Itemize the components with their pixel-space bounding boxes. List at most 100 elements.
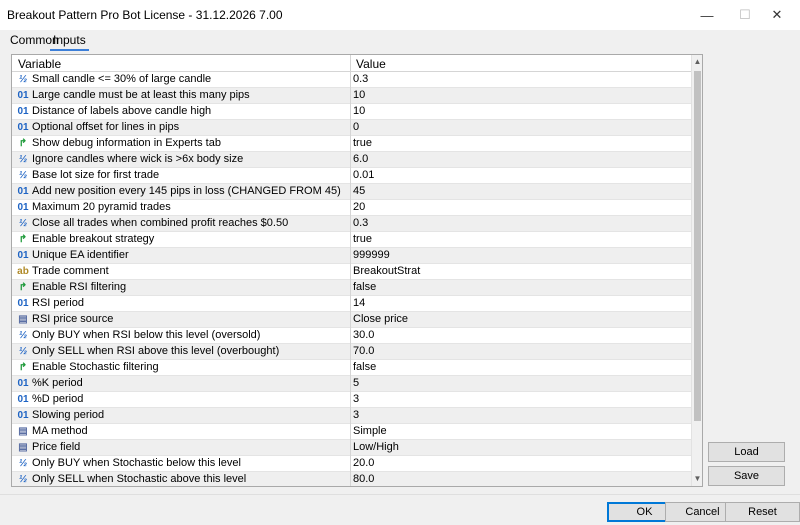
save-button[interactable]: Save	[708, 466, 785, 486]
variable-value[interactable]: Low/High	[353, 441, 399, 453]
variable-name: Enable breakout strategy	[32, 233, 155, 245]
variable-value[interactable]: 0.3	[353, 73, 368, 85]
variable-value[interactable]: 0.3	[353, 217, 368, 229]
table-row[interactable]: 01 Unique EA identifier 999999	[12, 248, 692, 264]
variable-name: Ignore candles where wick is >6x body si…	[32, 153, 244, 165]
variable-name: RSI period	[32, 297, 84, 309]
cell-separator	[350, 248, 351, 264]
variable-value[interactable]: 80.0	[353, 473, 374, 485]
table-row[interactable]: ↱ Show debug information in Experts tab tr…	[12, 136, 692, 152]
table-row[interactable]: ▤ MA method Simple	[12, 424, 692, 440]
variable-value[interactable]: Simple	[353, 425, 387, 437]
cell-separator	[350, 296, 351, 312]
tab-inputs[interactable]: Inputs	[50, 33, 89, 51]
fraction-icon: ½	[18, 170, 28, 181]
cell-separator	[350, 456, 351, 472]
table-row[interactable]: 01 Optional offset for lines in pips 0	[12, 120, 692, 136]
reset-button[interactable]: Reset	[725, 502, 800, 522]
integer-icon: 01	[17, 186, 29, 197]
variable-value[interactable]: 14	[353, 297, 365, 309]
table-row[interactable]: ½ Only BUY when Stochastic below this lev…	[12, 456, 692, 472]
table-row[interactable]: ½ Ignore candles where wick is >6x body s…	[12, 152, 692, 168]
integer-icon: 01	[17, 394, 29, 405]
variable-name: RSI price source	[32, 313, 114, 325]
variable-value[interactable]: true	[353, 137, 372, 149]
variable-value[interactable]: 20	[353, 201, 365, 213]
table-row[interactable]: 01 %K period 5	[12, 376, 692, 392]
variable-name: Unique EA identifier	[32, 249, 129, 261]
table-row[interactable]: 01 Maximum 20 pyramid trades 20	[12, 200, 692, 216]
scroll-up-icon[interactable]: ▲	[692, 55, 702, 69]
dialog-footer: OK Cancel Reset	[0, 494, 800, 525]
scroll-down-icon[interactable]: ▼	[692, 472, 702, 486]
header-variable[interactable]: Variable	[18, 57, 61, 71]
title-bar: Breakout Pattern Pro Bot License - 31.12…	[0, 0, 800, 30]
integer-icon: 01	[17, 250, 29, 261]
variable-value[interactable]: true	[353, 233, 372, 245]
fraction-icon: ½	[18, 74, 28, 85]
table-row[interactable]: ½ Only SELL when RSI above this level (ov…	[12, 344, 692, 360]
variable-value[interactable]: 0	[353, 121, 359, 133]
load-button[interactable]: Load	[708, 442, 785, 462]
table-row[interactable]: ½ Only SELL when Stochastic above this le…	[12, 472, 692, 486]
scroll-thumb[interactable]	[694, 71, 701, 421]
variable-value[interactable]: 30.0	[353, 329, 374, 341]
variable-name: Price field	[32, 441, 81, 453]
table-row[interactable]: ↱ Enable Stochastic filtering false	[12, 360, 692, 376]
integer-icon: 01	[17, 298, 29, 309]
table-row[interactable]: ▤ RSI price source Close price	[12, 312, 692, 328]
variable-value[interactable]: 20.0	[353, 457, 374, 469]
table-row[interactable]: 01 Add new position every 145 pips in los…	[12, 184, 692, 200]
bool-arrow-icon: ↱	[18, 362, 28, 373]
variable-value[interactable]: false	[353, 361, 376, 373]
fraction-icon: ½	[18, 346, 28, 357]
cell-separator	[350, 104, 351, 120]
table-row[interactable]: 01 %D period 3	[12, 392, 692, 408]
table-row[interactable]: ½ Close all trades when combined profit r…	[12, 216, 692, 232]
header-value[interactable]: Value	[356, 57, 386, 71]
variable-name: Optional offset for lines in pips	[32, 121, 180, 133]
cell-separator	[350, 440, 351, 456]
string-icon: ab	[17, 266, 29, 277]
variable-value[interactable]: 5	[353, 377, 359, 389]
table-row[interactable]: 01 Large candle must be at least this man…	[12, 88, 692, 104]
variable-value[interactable]: BreakoutStrat	[353, 265, 420, 277]
variable-value[interactable]: 70.0	[353, 345, 374, 357]
variable-name: Enable RSI filtering	[32, 281, 127, 293]
cell-separator	[350, 344, 351, 360]
table-row[interactable]: 01 Distance of labels above candle high 10	[12, 104, 692, 120]
table-row[interactable]: 01 RSI period 14	[12, 296, 692, 312]
variable-value[interactable]: 3	[353, 409, 359, 421]
variable-name: Base lot size for first trade	[32, 169, 160, 181]
variable-value[interactable]: 10	[353, 105, 365, 117]
table-row[interactable]: ½ Small candle <= 30% of large candle 0.3	[12, 72, 692, 88]
cell-separator	[350, 408, 351, 424]
variable-value[interactable]: 3	[353, 393, 359, 405]
variable-value[interactable]: Close price	[353, 313, 408, 325]
variable-name: Maximum 20 pyramid trades	[32, 201, 171, 213]
close-icon[interactable]: ✕	[754, 0, 800, 30]
column-separator[interactable]	[350, 55, 351, 72]
variable-value[interactable]: 10	[353, 89, 365, 101]
table-row[interactable]: ↱ Enable RSI filtering false	[12, 280, 692, 296]
variable-value[interactable]: 6.0	[353, 153, 368, 165]
variable-value[interactable]: 45	[353, 185, 365, 197]
table-row[interactable]: ab Trade comment BreakoutStrat	[12, 264, 692, 280]
variable-name: Add new position every 145 pips in loss …	[32, 185, 341, 197]
table-row[interactable]: ▤ Price field Low/High	[12, 440, 692, 456]
variable-value[interactable]: 0.01	[353, 169, 374, 181]
table-row[interactable]: ½ Only BUY when RSI below this level (ove…	[12, 328, 692, 344]
table-row[interactable]: 01 Slowing period 3	[12, 408, 692, 424]
variable-value[interactable]: false	[353, 281, 376, 293]
cell-separator	[350, 200, 351, 216]
variable-name: Show debug information in Experts tab	[32, 137, 221, 149]
table-row[interactable]: ↱ Enable breakout strategy true	[12, 232, 692, 248]
grid-rows: ½ Small candle <= 30% of large candle 0.3 0…	[12, 72, 692, 486]
cell-separator	[350, 72, 351, 88]
vertical-scrollbar[interactable]: ▲ ▼	[691, 55, 702, 486]
variable-name: Only BUY when Stochastic below this leve…	[32, 457, 241, 469]
fraction-icon: ½	[18, 458, 28, 469]
table-row[interactable]: ½ Base lot size for first trade 0.01	[12, 168, 692, 184]
variable-value[interactable]: 999999	[353, 249, 390, 261]
enum-icon: ▤	[18, 426, 28, 437]
